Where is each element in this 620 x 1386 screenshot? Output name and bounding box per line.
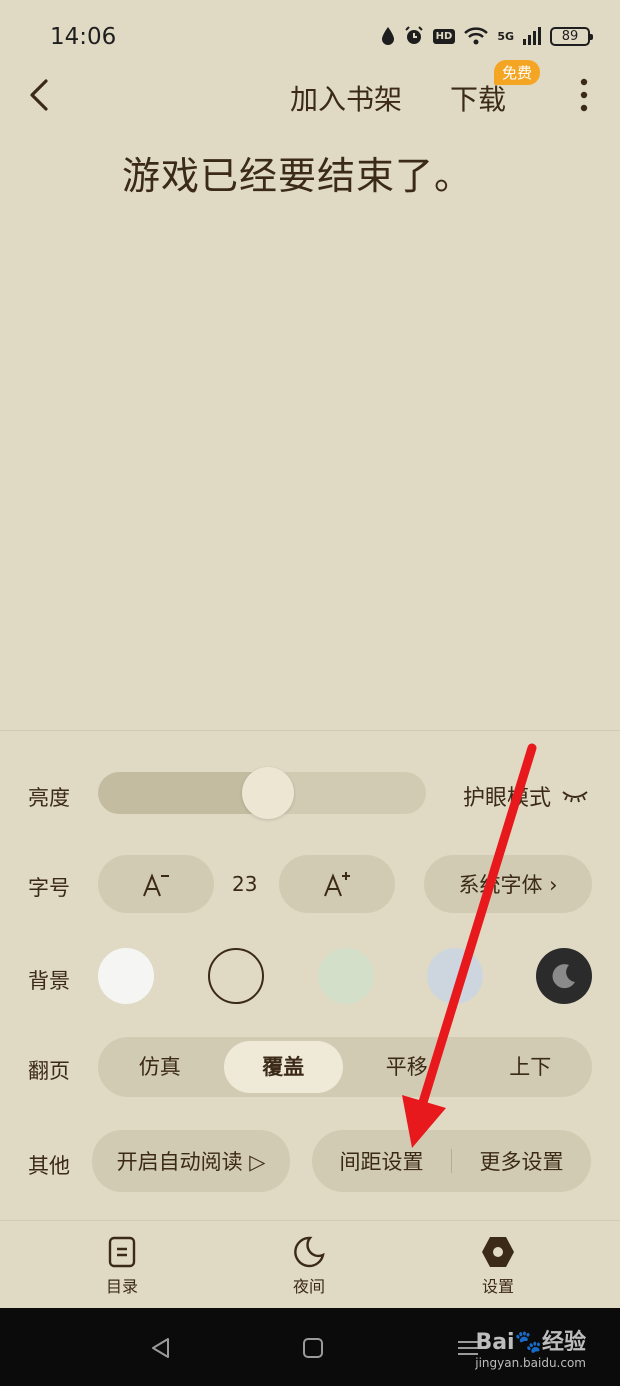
system-font-button[interactable]: 系统字体 ›: [424, 855, 592, 913]
more-settings-button[interactable]: 更多设置: [452, 1146, 591, 1176]
background-label: 背景: [28, 969, 70, 993]
status-icons: HD 5G 89: [381, 26, 593, 46]
font-decrease-icon: [143, 873, 169, 897]
drop-icon: [381, 27, 394, 45]
nav-night-label: 夜间: [292, 1277, 325, 1296]
page-turn-label: 翻页: [28, 1059, 70, 1083]
reading-content: 游戏已经要结束了。: [122, 154, 474, 198]
eye-mode-label: 护眼模式: [463, 786, 552, 811]
add-to-shelf-button[interactable]: 加入书架: [290, 78, 402, 118]
bottom-nav: 目录 夜间 设置: [0, 1220, 620, 1308]
settings-hexagon-icon: [482, 1237, 514, 1267]
font-size-value: 23: [232, 872, 258, 896]
status-time: 14:06: [50, 24, 117, 50]
toc-icon: [108, 1236, 136, 1268]
more-icon[interactable]: [572, 76, 596, 116]
page-turn-selector: 仿真 覆盖 平移 上下: [98, 1037, 592, 1097]
background-swatch-parchment[interactable]: [208, 948, 264, 1004]
brightness-slider-fill: [98, 772, 262, 814]
nav-settings-label: 设置: [481, 1277, 514, 1296]
watermark: Bai🐾经验 jingyan.baidu.com: [475, 1324, 586, 1370]
watermark-url: jingyan.baidu.com: [475, 1356, 586, 1370]
brightness-label: 亮度: [28, 786, 70, 810]
network-type: 5G: [497, 29, 514, 43]
other-settings-group: 间距设置 更多设置: [312, 1130, 591, 1192]
font-size-label: 字号: [28, 876, 70, 900]
closed-eye-icon: [562, 791, 588, 803]
nav-toc-label: 目录: [105, 1277, 138, 1296]
hd-icon: HD: [432, 28, 456, 44]
background-swatch-white[interactable]: [98, 948, 154, 1004]
nav-night[interactable]: 夜间: [264, 1235, 354, 1297]
system-nav-bar: Bai🐾经验 jingyan.baidu.com: [0, 1308, 620, 1386]
watermark-brand: Bai🐾经验: [475, 1330, 586, 1355]
background-swatch-blue[interactable]: [427, 948, 483, 1004]
auto-read-button[interactable]: 开启自动阅读 ▷: [92, 1130, 290, 1192]
wifi-icon: [464, 27, 489, 45]
other-label: 其他: [28, 1154, 70, 1178]
page-turn-vertical[interactable]: 上下: [471, 1041, 591, 1093]
nav-home-icon[interactable]: [302, 1337, 324, 1359]
brightness-slider-knob[interactable]: [242, 767, 294, 819]
alarm-icon: [404, 26, 423, 44]
nav-settings[interactable]: 设置: [453, 1235, 543, 1297]
back-icon[interactable]: [22, 75, 62, 115]
increase-font-button[interactable]: [279, 855, 395, 913]
free-badge: 免费: [494, 60, 541, 85]
page-turn-simulation[interactable]: 仿真: [100, 1041, 220, 1093]
nav-back-icon[interactable]: [150, 1337, 172, 1359]
background-swatch-dark[interactable]: [536, 948, 592, 1004]
font-increase-icon: [324, 872, 350, 897]
decrease-font-button[interactable]: [98, 855, 214, 913]
spacing-settings-button[interactable]: 间距设置: [312, 1146, 451, 1176]
signal-icon: [523, 27, 541, 45]
background-swatch-green[interactable]: [318, 948, 374, 1004]
night-moon-icon: [294, 1236, 325, 1268]
battery-icon: 89: [550, 26, 593, 46]
page-turn-slide[interactable]: 平移: [347, 1041, 467, 1093]
moon-icon: [552, 964, 575, 989]
page-turn-cover[interactable]: 覆盖: [223, 1041, 343, 1093]
nav-toc[interactable]: 目录: [77, 1235, 167, 1297]
eye-protection-toggle[interactable]: 护眼模式: [463, 780, 589, 812]
